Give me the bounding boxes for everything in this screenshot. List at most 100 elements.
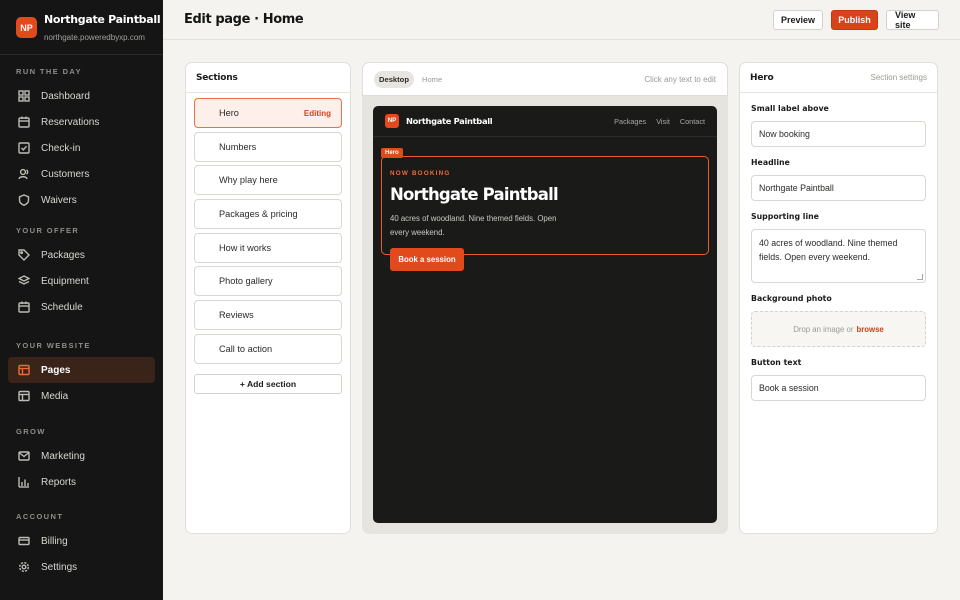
- view-site-button[interactable]: View site: [886, 9, 939, 30]
- hero-eyebrow[interactable]: NOW BOOKING: [390, 170, 450, 177]
- section-item-hero[interactable]: Hero Editing: [194, 98, 342, 128]
- bar-chart-icon: [18, 476, 30, 488]
- nav-heading: ACCOUNT: [16, 512, 64, 521]
- sidebar-item-label: Pages: [41, 364, 71, 376]
- sidebar-item-label: Media: [41, 390, 69, 402]
- tag-icon: [18, 249, 30, 261]
- section-item-label: Call to action: [219, 343, 273, 354]
- sidebar: NP Northgate Paintball northgate.powered…: [0, 0, 163, 600]
- brand[interactable]: NP Northgate Paintball northgate.powered…: [0, 0, 163, 55]
- section-item-label: Hero: [219, 108, 239, 118]
- section-item-how-it-works[interactable]: How it works: [194, 232, 342, 263]
- sidebar-item-marketing[interactable]: Marketing: [8, 443, 155, 469]
- nav-heading: YOUR OFFER: [16, 226, 80, 235]
- editing-badge: Editing: [303, 108, 331, 118]
- preview-hint: Click any text to edit: [644, 74, 716, 84]
- small-label-label: Small label above: [751, 104, 829, 113]
- page-title: Edit page · Home: [184, 12, 304, 27]
- sidebar-item-label: Waivers: [41, 194, 77, 206]
- site-link-visit[interactable]: Visit: [656, 117, 670, 126]
- publish-button[interactable]: Publish: [831, 9, 878, 30]
- sidebar-item-packages[interactable]: Packages: [8, 242, 155, 268]
- site-logo: NP: [385, 114, 399, 128]
- nav-group: RUN THE DAY Dashboard Reservations Check-in…: [0, 66, 163, 213]
- dropzone-text: Drop an image or: [793, 324, 854, 334]
- nav-group: YOUR OFFER Packages Equipment Schedule: [0, 225, 163, 320]
- nav-group: GROW Marketing Reports: [0, 426, 163, 495]
- sidebar-item-label: Dashboard: [41, 90, 90, 102]
- sidebar-item-label: Settings: [41, 561, 78, 573]
- button-text-input[interactable]: Book a session: [751, 375, 926, 401]
- dashboard-icon: [18, 90, 30, 102]
- section-list: Hero Editing Numbers Why play here Packa…: [186, 93, 350, 394]
- hero-cta-button[interactable]: Book a session: [390, 248, 464, 271]
- supporting-line-value: 40 acres of woodland. Nine themed fields…: [759, 238, 898, 262]
- settings-title: Hero: [750, 72, 774, 83]
- section-item-label: Photo gallery: [219, 276, 273, 287]
- hero-subtitle[interactable]: 40 acres of woodland. Nine themed fields…: [390, 212, 560, 239]
- background-photo-label: Background photo: [751, 294, 832, 303]
- hero-title[interactable]: Northgate Paintball: [390, 185, 559, 204]
- sidebar-item-label: Reservations: [41, 116, 100, 128]
- nav-heading: RUN THE DAY: [16, 67, 82, 76]
- layout-icon: [18, 390, 30, 402]
- sidebar-item-customers[interactable]: Customers: [8, 161, 155, 187]
- settings-panel: Hero Section settings Small label above …: [739, 62, 938, 534]
- browse-link[interactable]: browse: [856, 325, 883, 334]
- nav-group: YOUR WEBSITE Pages Media: [0, 340, 163, 409]
- supporting-line-textarea[interactable]: 40 acres of woodland. Nine themed fields…: [751, 229, 926, 283]
- section-item-reviews[interactable]: Reviews: [194, 300, 342, 331]
- tab-desktop[interactable]: Desktop: [374, 70, 414, 88]
- checkbox-icon: [18, 142, 30, 154]
- preview-button[interactable]: Preview: [773, 9, 823, 30]
- sidebar-item-pages[interactable]: Pages: [8, 357, 155, 383]
- sidebar-item-label: Billing: [41, 535, 68, 547]
- headline-label: Headline: [751, 158, 790, 167]
- sidebar-item-reports[interactable]: Reports: [8, 469, 155, 495]
- button-text-label: Button text: [751, 358, 802, 367]
- resize-handle-icon[interactable]: [917, 274, 923, 280]
- sidebar-item-label: Customers: [41, 168, 90, 180]
- card-icon: [18, 535, 30, 547]
- section-item-label: Packages & pricing: [219, 209, 298, 220]
- add-section-button[interactable]: + Add section: [194, 373, 342, 394]
- section-item-packages-pricing[interactable]: Packages & pricing: [194, 199, 342, 230]
- sidebar-item-equipment[interactable]: Equipment: [8, 268, 155, 294]
- sidebar-item-settings[interactable]: Settings: [8, 554, 155, 580]
- sidebar-item-media[interactable]: Media: [8, 383, 155, 409]
- section-item-label: Numbers: [219, 141, 257, 152]
- site-preview: NP Northgate Paintball Packages Visit Co…: [373, 106, 717, 523]
- brand-logo: NP: [16, 17, 37, 38]
- section-item-why-play-here[interactable]: Why play here: [194, 165, 342, 196]
- section-item-numbers[interactable]: Numbers: [194, 131, 342, 162]
- site-name[interactable]: Northgate Paintball: [406, 116, 493, 126]
- sidebar-item-label: Marketing: [41, 450, 85, 462]
- hero-tag: Hero: [381, 148, 403, 158]
- sidebar-item-label: Equipment: [41, 275, 89, 287]
- sidebar-item-billing[interactable]: Billing: [8, 528, 155, 554]
- nav-heading: YOUR WEBSITE: [16, 341, 91, 350]
- layout-icon: [18, 364, 30, 376]
- sections-title: Sections: [196, 72, 238, 83]
- settings-subtitle: Section settings: [870, 73, 927, 82]
- background-photo-dropzone[interactable]: Drop an image or browse: [751, 311, 926, 347]
- site-link-contact[interactable]: Contact: [680, 117, 705, 126]
- mail-icon: [18, 450, 30, 462]
- sidebar-item-label: Packages: [41, 249, 85, 261]
- section-item-call-to-action[interactable]: Call to action: [194, 333, 342, 364]
- section-item-label: How it works: [219, 242, 272, 253]
- topbar: Edit page · Home Preview Publish View si…: [163, 0, 960, 40]
- sidebar-item-reservations[interactable]: Reservations: [8, 109, 155, 135]
- sidebar-item-check-in[interactable]: Check-in: [8, 135, 155, 161]
- calendar-icon: [18, 116, 30, 128]
- sidebar-item-dashboard[interactable]: Dashboard: [8, 83, 155, 109]
- tab-home[interactable]: Home: [422, 75, 442, 84]
- small-label-input[interactable]: Now booking: [751, 121, 926, 147]
- headline-input[interactable]: Northgate Paintball: [751, 175, 926, 201]
- sidebar-item-waivers[interactable]: Waivers: [8, 187, 155, 213]
- calendar-icon: [18, 301, 30, 313]
- site-link-packages[interactable]: Packages: [614, 117, 646, 126]
- sidebar-item-schedule[interactable]: Schedule: [8, 294, 155, 320]
- section-item-photo-gallery[interactable]: Photo gallery: [194, 266, 342, 297]
- section-item-label: Why play here: [219, 175, 278, 186]
